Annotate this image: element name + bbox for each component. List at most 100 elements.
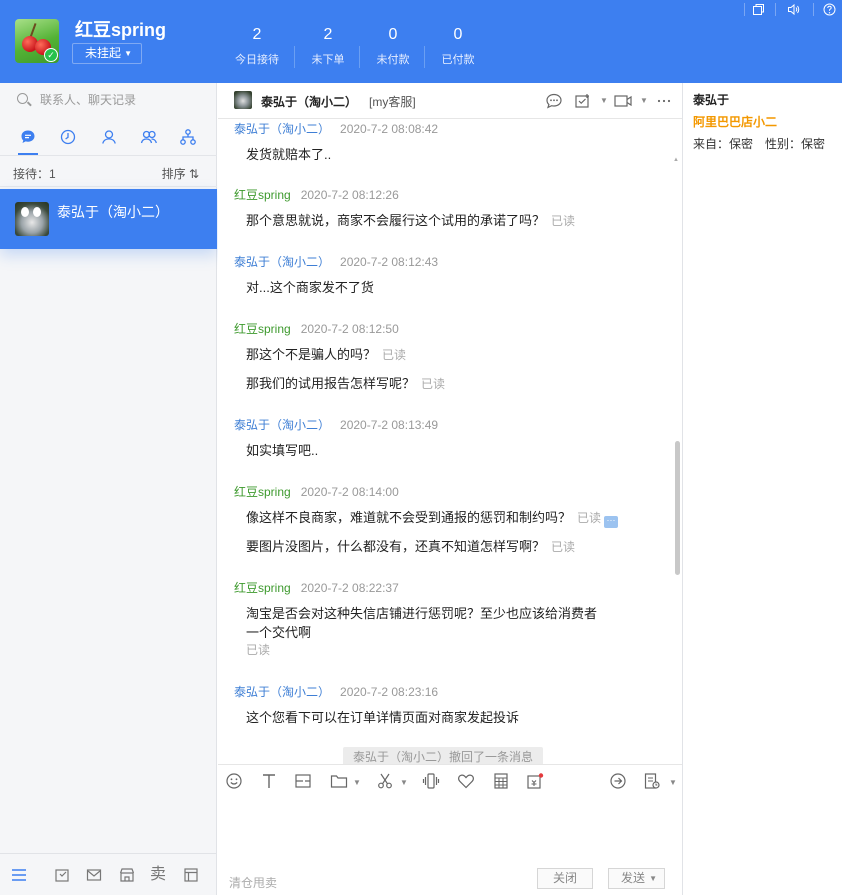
chevron-down-icon: ▼ [124,49,132,58]
stat-value: 2 [323,26,333,43]
export-icon[interactable] [53,866,71,884]
message-meta: 泰弘于（淘小二） 2020-7-2 08:08:42 [234,120,438,137]
more-chat-icon[interactable]: ··· [604,516,619,528]
customer-info-panel: 泰弘于 阿里巴巴店小二 来自：保密 性别：保密 [682,83,842,895]
conversation-item[interactable]: 泰弘于（淘小二） [0,189,217,249]
chevron-down-icon[interactable]: ▼ [640,96,648,105]
tab-contacts[interactable] [100,128,118,146]
tab-groups[interactable] [140,128,158,146]
sender-name[interactable]: 红豆spring [234,581,291,595]
clock-icon [59,129,77,149]
chevron-down-icon[interactable]: ▼ [600,96,608,105]
sender-name[interactable]: 泰弘于（淘小二） [234,255,330,269]
scrollbar[interactable] [675,441,680,575]
chevron-down-icon[interactable]: ▼ [669,778,677,787]
close-button[interactable]: 关闭 [537,868,593,889]
sort-button[interactable]: 排序 ⇅ [162,165,199,182]
group-icon [140,130,158,149]
message-input[interactable] [218,796,682,866]
divider [294,46,295,68]
message-meta: 红豆spring 2020-7-2 08:14:00 [234,483,399,500]
volume-icon[interactable] [787,3,800,16]
search-bar [0,83,217,119]
sender-name[interactable]: 红豆spring [234,188,291,202]
customer-source-gender: 来自：保密 性别：保密 [693,137,826,151]
coupon-icon[interactable] [525,771,545,791]
input-toolbar: ▼ ▼ ▼ [218,764,682,796]
sender-name[interactable]: 红豆spring [234,485,291,499]
tab-chat[interactable] [18,128,38,155]
image-icon[interactable] [293,771,313,791]
message-text: 淘宝是否会对这种失信店铺进行惩罚呢？至少也应该给消费者 [246,606,598,621]
sender-name[interactable]: 红豆spring [234,322,291,336]
message-list[interactable]: 泰弘于（淘小二） 2020-7-2 08:08:42 发货就赔本了.. 红豆spr… [218,119,682,764]
customer-org[interactable]: 阿里巴巴店小二 [693,113,777,130]
more-options-icon[interactable] [654,92,674,110]
message-text: 如实填写吧.. [246,443,319,458]
divider [359,46,360,68]
sender-name[interactable]: 泰弘于（淘小二） [234,122,330,136]
divider [813,3,814,16]
scissors-icon[interactable] [375,771,395,791]
chat-header: 泰弘于（淘小二） [my客服] ▼ ▼ [218,83,682,119]
stat-unpaid[interactable]: 0 未付款 [375,26,411,67]
message-text: 发货就赔本了.. [246,147,332,162]
message-text-row: 要图片没图片，什么都没有，还真不知道怎样写啊？ 已读 [246,536,575,555]
video-icon[interactable] [613,92,633,110]
message-text: 对...这个商家发不了货 [246,280,374,295]
emoji-icon[interactable] [224,771,244,791]
message-time: 2020-7-2 08:12:26 [300,188,399,202]
menu-icon[interactable] [10,866,28,884]
message-time: 2020-7-2 08:23:16 [340,685,439,699]
footer-hint: 清仓甩卖 [229,876,278,890]
history-record-icon[interactable] [642,771,662,791]
send-button[interactable]: 发送 ▼ [608,868,665,889]
stat-today-received[interactable]: 2 今日接待 [234,26,280,67]
recall-notice: 泰弘于（淘小二）撤回了一条消息 [343,747,544,764]
window-layout-icon[interactable] [182,866,200,884]
chevron-down-icon[interactable]: ▼ [353,778,361,787]
scroll-up-icon[interactable]: ▲ [673,157,679,163]
read-status: 已读 [421,377,446,391]
message-meta: 泰弘于（淘小二） 2020-7-2 08:12:43 [234,253,438,270]
sender-name[interactable]: 泰弘于（淘小二） [234,685,330,699]
folder-icon[interactable] [329,771,349,791]
left-panel: 接待：1 排序 ⇅ 泰弘于（淘小二） 卖 [0,83,217,895]
read-status: 已读 [577,511,602,525]
sender-name[interactable]: 泰弘于（淘小二） [234,418,330,432]
stat-label: 今日接待 [235,54,279,66]
stat-value: 0 [453,26,463,43]
status-dropdown[interactable]: 未挂起 ▼ [72,43,142,64]
chat-more-icon[interactable] [544,92,564,110]
tab-recent[interactable] [59,128,77,146]
vibrate-icon[interactable] [421,771,441,791]
task-check-icon[interactable] [573,92,593,110]
search-input[interactable] [40,93,200,107]
font-icon[interactable] [259,771,279,791]
message-meta: 红豆spring 2020-7-2 08:12:26 [234,186,399,203]
message-text: 要图片没图片，什么都没有，还真不知道怎样写啊？ [246,539,546,554]
tab-organization[interactable] [179,128,197,146]
stat-paid[interactable]: 0 已付款 [440,26,476,67]
message-textarea[interactable] [218,796,682,866]
message-meta: 红豆spring 2020-7-2 08:12:50 [234,320,399,337]
user-name: 红豆spring [75,20,167,40]
calculator-icon[interactable] [491,771,511,791]
chevron-down-icon[interactable]: ▼ [649,869,657,888]
sell-icon[interactable]: 卖 [149,866,167,884]
message-text: 一个交代啊 [246,625,312,640]
read-status: 已读 [382,348,407,362]
window-restore-icon[interactable] [752,3,765,16]
shop-icon[interactable] [118,866,136,884]
mail-icon[interactable] [85,866,103,884]
message-text: 像这样不良商家，难道就不会受到通报的惩罚和制约吗？ [246,510,572,525]
message-text: 那我们的试用报告怎样写呢？ [246,376,416,391]
top-header: ✓ 红豆spring 未挂起 ▼ 2 今日接待 2 未下单 0 未付款 0 已付… [0,0,842,83]
quick-reply-icon[interactable] [608,771,628,791]
message-meta: 红豆spring 2020-7-2 08:22:37 [234,579,399,596]
heart-icon[interactable] [456,771,476,791]
stat-not-ordered[interactable]: 2 未下单 [310,26,346,67]
help-icon[interactable] [823,3,836,16]
chevron-down-icon[interactable]: ▼ [400,778,408,787]
message-time: 2020-7-2 08:14:00 [300,485,399,499]
